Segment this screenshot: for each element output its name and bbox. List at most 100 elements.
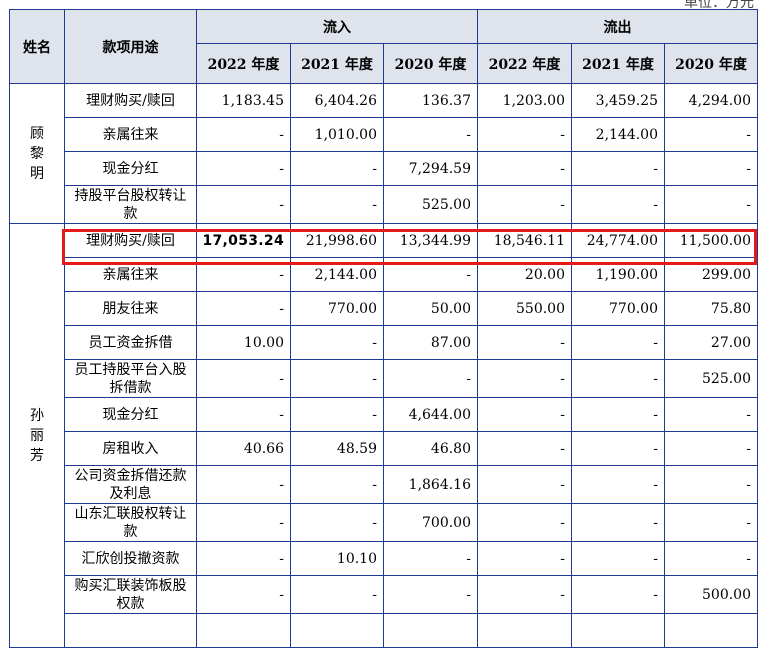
value-cell: 525.00 — [664, 359, 758, 398]
value-cell: - — [571, 503, 665, 542]
value-cell — [477, 613, 572, 648]
value-cell: 4,644.00 — [383, 397, 478, 432]
value-cell: 770.00 — [290, 291, 384, 326]
header-use: 款项用途 — [64, 9, 197, 84]
table-row: 房租收入 40.66 48.59 46.80- - - — [10, 431, 758, 466]
purpose-cell — [64, 613, 197, 648]
header-outflow-2021: 2021 年度 — [571, 43, 665, 84]
value-cell: - — [196, 503, 291, 542]
value-cell: - — [571, 465, 665, 504]
value-cell: 6,404.26 — [290, 83, 384, 118]
value-cell: 20.00 — [477, 257, 572, 292]
table-row: 购买汇联装饰板股权款 - - - - -500.00 — [10, 575, 758, 614]
value-cell: - — [196, 575, 291, 614]
value-cell: 1,864.16 — [383, 465, 478, 504]
value-cell: - — [196, 541, 291, 576]
value-cell: 10.10 — [290, 541, 384, 576]
value-cell: - — [571, 575, 665, 614]
value-cell: - — [383, 575, 478, 614]
value-cell: - — [290, 503, 384, 542]
header-outflow-2020: 2020 年度 — [664, 43, 758, 84]
value-cell: 2,144.00 — [290, 257, 384, 292]
header-outflow: 流出 — [477, 9, 758, 44]
purpose-cell: 理财购买/赎回 — [64, 223, 197, 258]
value-cell: 87.00 — [383, 325, 478, 360]
value-cell: 18,546.11 — [477, 223, 572, 258]
value-cell: - — [196, 465, 291, 504]
value-cell: - — [571, 541, 665, 576]
purpose-cell: 汇欣创投撤资款 — [64, 541, 197, 576]
table-row: 现金分红 - -7,294.59- - - — [10, 151, 758, 186]
value-cell: - — [571, 151, 665, 186]
value-cell: - — [571, 397, 665, 432]
value-cell: 24,774.00 — [571, 223, 665, 258]
header-name: 姓名 — [9, 9, 65, 84]
table-row: 山东汇联股权转让款 - -700.00- - - — [10, 503, 758, 542]
value-cell: 10.00 — [196, 325, 291, 360]
value-cell: - — [477, 541, 572, 576]
value-cell: - — [477, 465, 572, 504]
table-row: 员工资金拆借 10.00-87.00- -27.00 — [10, 325, 758, 360]
value-cell: - — [664, 431, 758, 466]
value-cell: 21,998.60 — [290, 223, 384, 258]
purpose-cell: 现金分红 — [64, 397, 197, 432]
purpose-cell: 持股平台股权转让款 — [64, 185, 197, 224]
table-row: 公司资金拆借还款及利息 - -1,864.16- - - — [10, 465, 758, 504]
value-cell: - — [477, 185, 572, 224]
value-cell: - — [383, 541, 478, 576]
value-cell: - — [196, 291, 291, 326]
value-cell: - — [477, 325, 572, 360]
header-inflow-2021: 2021 年度 — [290, 43, 384, 84]
header-inflow-2020: 2020 年度 — [383, 43, 478, 84]
value-cell — [290, 613, 384, 648]
value-cell: - — [571, 325, 665, 360]
value-cell: - — [664, 117, 758, 152]
value-cell: - — [196, 359, 291, 398]
table-row: 朋友往来 -770.00 50.00 550.00 770.00 75.80 — [10, 291, 758, 326]
value-cell: 700.00 — [383, 503, 478, 542]
value-cell: - — [664, 185, 758, 224]
value-cell: 1,183.45 — [196, 83, 291, 118]
value-cell: - — [477, 359, 572, 398]
value-cell: - — [383, 117, 478, 152]
value-cell: 50.00 — [383, 291, 478, 326]
value-cell: 770.00 — [571, 291, 665, 326]
purpose-cell: 现金分红 — [64, 151, 197, 186]
value-cell: - — [477, 431, 572, 466]
purpose-cell: 理财购买/赎回 — [64, 83, 197, 118]
value-cell: - — [571, 185, 665, 224]
table-body: 顾黎明 理财购买/赎回 1,183.45 6,404.26 136.37 1,203.00… — [9, 83, 758, 648]
value-cell: - — [290, 185, 384, 224]
value-cell: - — [477, 575, 572, 614]
value-cell: - — [290, 465, 384, 504]
value-cell: 13,344.99 — [383, 223, 478, 258]
value-cell: 550.00 — [477, 291, 572, 326]
purpose-cell: 员工持股平台入股拆借款 — [64, 359, 197, 398]
value-cell: 75.80 — [664, 291, 758, 326]
value-cell: - — [196, 257, 291, 292]
value-cell: 40.66 — [196, 431, 291, 466]
header-inflow-2022: 2022 年度 — [196, 43, 291, 84]
value-cell: 1,190.00 — [571, 257, 665, 292]
person-name: 顾黎明 — [9, 83, 65, 224]
value-cell: 27.00 — [664, 325, 758, 360]
value-cell: 1,203.00 — [477, 83, 572, 118]
value-cell: - — [290, 575, 384, 614]
value-cell: - — [664, 465, 758, 504]
value-cell: - — [477, 503, 572, 542]
table-row: 顾黎明 理财购买/赎回 1,183.45 6,404.26 136.37 1,203.00… — [9, 83, 758, 224]
table-row — [10, 613, 758, 648]
value-cell: 11,500.00 — [664, 223, 758, 258]
value-cell — [383, 613, 478, 648]
value-cell: - — [477, 117, 572, 152]
value-cell: - — [477, 151, 572, 186]
value-cell — [664, 613, 758, 648]
value-cell: - — [290, 325, 384, 360]
purpose-cell: 房租收入 — [64, 431, 197, 466]
table-row: 亲属往来 -2,144.00-20.00 1,190.00 299.00 — [10, 257, 758, 292]
value-cell: - — [196, 117, 291, 152]
table-row: 汇欣创投撤资款 -10.10- - - - — [10, 541, 758, 576]
header-inflow: 流入 — [196, 9, 478, 44]
table-row: 孙丽芳 理财购买/赎回 17,053.24 21,998.60 13,344.99 18,… — [9, 223, 758, 648]
purpose-cell: 亲属往来 — [64, 117, 197, 152]
